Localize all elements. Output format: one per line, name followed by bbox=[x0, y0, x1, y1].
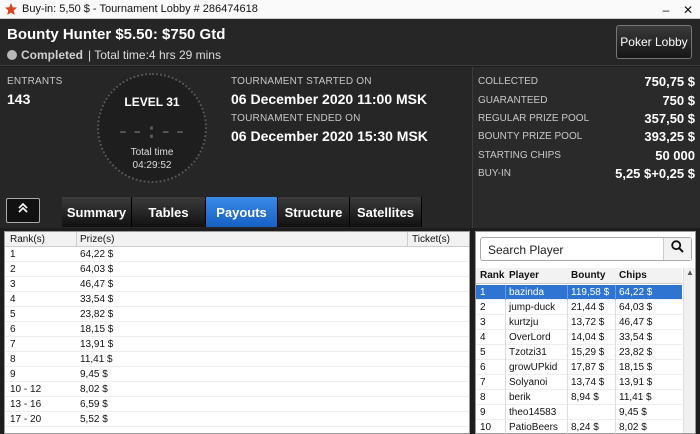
lobby-tabs: Summary Tables Payouts Structure Satelli… bbox=[62, 197, 422, 227]
table-row: 5 23,82 $ bbox=[5, 307, 469, 322]
entrants-label: ENTRANTS bbox=[7, 76, 63, 87]
collapse-button[interactable] bbox=[6, 198, 40, 223]
search-icon bbox=[671, 240, 684, 258]
table-row: 4 33,54 $ bbox=[5, 292, 469, 307]
players-header-row: Rank Player Bounty Chips bbox=[476, 268, 682, 284]
poker-lobby-button[interactable]: Poker Lobby bbox=[616, 25, 692, 59]
table-row: 8 11,41 $ bbox=[5, 352, 469, 367]
total-time-label: Total time bbox=[130, 147, 174, 158]
window-titlebar: Buy-in: 5,50 $ - Tournament Lobby # 2864… bbox=[0, 0, 700, 19]
search-input[interactable]: Search Player bbox=[488, 243, 563, 257]
column-header-rank[interactable]: Rank(s) bbox=[10, 234, 45, 245]
started-label: TOURNAMENT STARTED ON bbox=[231, 76, 372, 87]
summary-row: COLLECTED 750,75 $ bbox=[478, 74, 695, 89]
status-dot-icon bbox=[7, 50, 17, 60]
summary-row: REGULAR PRIZE POOL 357,50 $ bbox=[478, 111, 695, 126]
table-row: 2 64,03 $ bbox=[5, 262, 469, 277]
table-row[interactable]: 4 OverLord 14,04 $33,54 $ bbox=[476, 330, 682, 345]
total-time-text: | Total time:4 hrs 29 mins bbox=[88, 48, 221, 62]
window-title: Buy-in: 5,50 $ - Tournament Lobby # 2864… bbox=[22, 3, 258, 15]
table-row[interactable]: 3 kurtzju 13,72 $46,47 $ bbox=[476, 315, 682, 330]
table-row: 1 64,22 $ bbox=[5, 247, 469, 262]
payouts-table: Rank(s) Prize(s) Ticket(s) 1 64,22 $ 2 64,… bbox=[4, 231, 470, 434]
column-header-rank[interactable]: Rank bbox=[480, 270, 504, 281]
players-panel: Search Player Rank Player Bounty Chips 1… bbox=[475, 231, 696, 434]
tab-structure[interactable]: Structure bbox=[278, 197, 350, 227]
tournament-name: Bounty Hunter $5.50: $750 Gtd bbox=[7, 26, 226, 43]
table-row[interactable]: 8 berik 8,94 $11,41 $ bbox=[476, 390, 682, 405]
entrants-value: 143 bbox=[7, 91, 31, 107]
table-row[interactable]: 7 Solyanoi 13,74 $13,91 $ bbox=[476, 375, 682, 390]
scroll-up-arrow-icon[interactable]: ▲ bbox=[684, 268, 696, 280]
table-row: 17 - 20 5,52 $ bbox=[5, 412, 469, 427]
minimize-button[interactable]: – bbox=[658, 3, 674, 17]
summary-row: STARTING CHIPS 50 000 bbox=[478, 148, 695, 163]
tournament-header: Bounty Hunter $5.50: $750 Gtd Completed … bbox=[0, 19, 700, 66]
table-row: 13 - 16 6,59 $ bbox=[5, 397, 469, 412]
table-row[interactable]: 5 Tzotzi31 15,29 $23,82 $ bbox=[476, 345, 682, 360]
table-row: 3 46,47 $ bbox=[5, 277, 469, 292]
table-row[interactable]: 9 theo14583 9,45 $ bbox=[476, 405, 682, 420]
level-clock: LEVEL 31 --:-- Total time 04:29:52 bbox=[97, 73, 207, 183]
search-button[interactable] bbox=[663, 238, 691, 260]
summary-row: BOUNTY PRIZE POOL 393,25 $ bbox=[478, 129, 695, 144]
ended-value: 06 December 2020 15:30 MSK bbox=[231, 128, 428, 144]
summary-row: GUARANTEED 750 $ bbox=[478, 93, 695, 108]
started-value: 06 December 2020 11:00 MSK bbox=[231, 91, 428, 107]
double-chevron-up-icon bbox=[16, 201, 30, 220]
close-button[interactable]: ✕ bbox=[680, 3, 696, 17]
search-player-box: Search Player bbox=[480, 237, 692, 261]
column-header-prize[interactable]: Prize(s) bbox=[80, 234, 114, 245]
column-header-player[interactable]: Player bbox=[509, 270, 539, 281]
table-row[interactable]: 2 jump-duck 21,44 $64,03 $ bbox=[476, 300, 682, 315]
table-row: 6 18,15 $ bbox=[5, 322, 469, 337]
tab-satellites[interactable]: Satellites bbox=[350, 197, 422, 227]
summary-row: BUY-IN 5,25 $+0,25 $ bbox=[478, 166, 695, 181]
column-header-bounty[interactable]: Bounty bbox=[571, 270, 605, 281]
table-row: 7 13,91 $ bbox=[5, 337, 469, 352]
table-row[interactable]: 6 growUPkid 17,87 $18,15 $ bbox=[476, 360, 682, 375]
payouts-header-row: Rank(s) Prize(s) Ticket(s) bbox=[5, 232, 469, 247]
clock-digits: --:-- bbox=[116, 119, 188, 144]
column-header-ticket[interactable]: Ticket(s) bbox=[412, 234, 450, 245]
tab-summary[interactable]: Summary bbox=[62, 197, 132, 227]
players-scrollbar[interactable]: ▲ bbox=[683, 268, 695, 433]
status-badge: Completed bbox=[21, 48, 84, 62]
tab-tables[interactable]: Tables bbox=[132, 197, 206, 227]
table-row[interactable]: 10 PatioBeers 8,24 $8,02 $ bbox=[476, 420, 682, 434]
table-row: 9 9,45 $ bbox=[5, 367, 469, 382]
tournament-status: Completed | Total time:4 hrs 29 mins bbox=[7, 48, 221, 62]
total-time-value: 04:29:52 bbox=[132, 160, 172, 171]
level-label: LEVEL 31 bbox=[124, 95, 180, 109]
pokerstars-logo-icon bbox=[5, 3, 17, 15]
table-row[interactable]: 1 bazinda 119,58 $64,22 $ bbox=[476, 285, 682, 300]
prize-summary-panel: COLLECTED 750,75 $ GUARANTEED 750 $ REGU… bbox=[472, 67, 700, 228]
table-row: 10 - 12 8,02 $ bbox=[5, 382, 469, 397]
tab-payouts[interactable]: Payouts bbox=[206, 197, 278, 227]
column-header-chips[interactable]: Chips bbox=[619, 270, 647, 281]
ended-label: TOURNAMENT ENDED ON bbox=[231, 113, 361, 124]
